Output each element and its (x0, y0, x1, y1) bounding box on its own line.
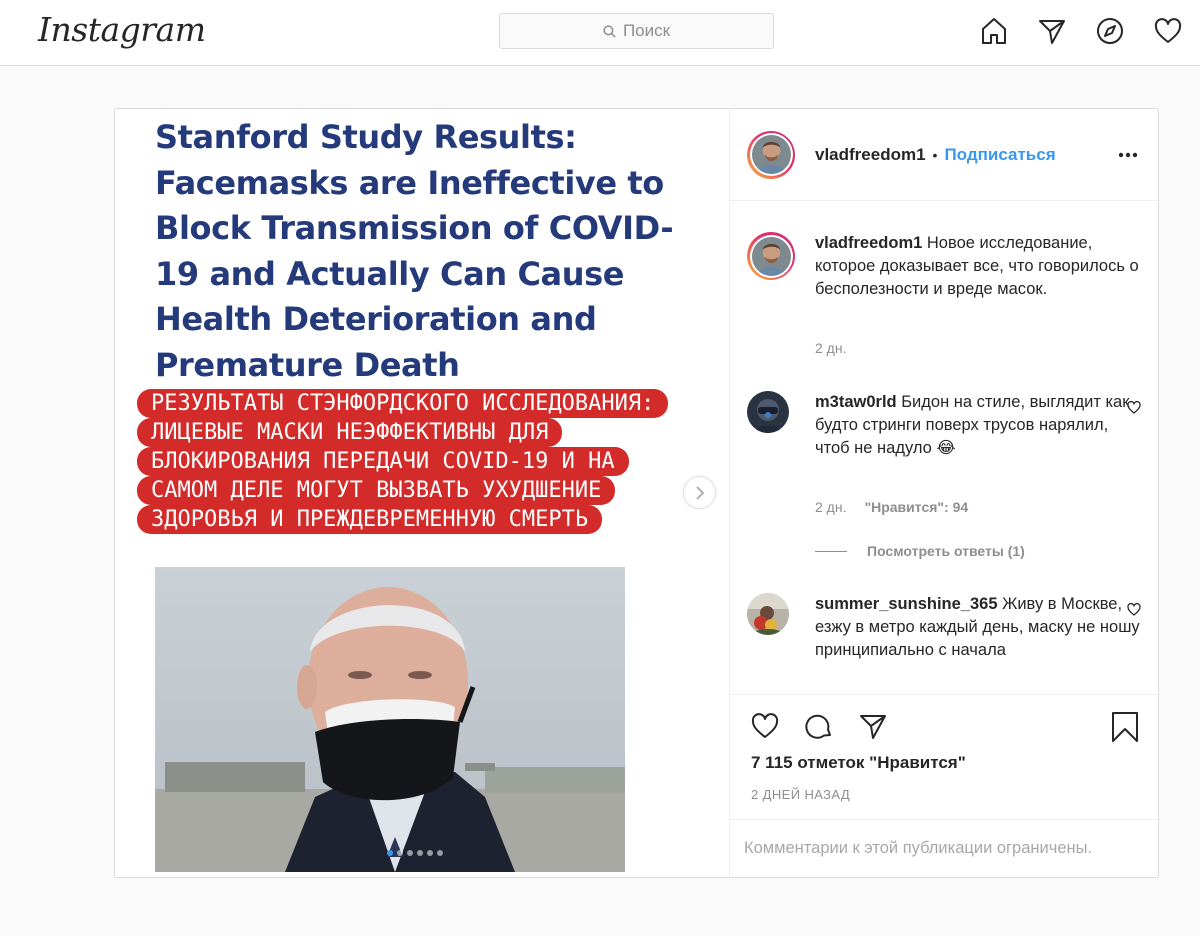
activity-heart-icon[interactable] (1152, 15, 1184, 47)
caption-username[interactable]: vladfreedom1 (815, 234, 922, 252)
bookmark-icon[interactable] (1110, 711, 1140, 748)
comment-like-icon[interactable] (1126, 602, 1142, 622)
comments-limited-notice: Комментарии к этой публикации ограничены… (730, 819, 1158, 877)
comment-username[interactable]: m3taw0rld (815, 393, 897, 411)
share-icon[interactable] (857, 711, 889, 746)
carousel-dot (417, 850, 423, 856)
banner-line: БЛОКИРОВАНИЯ ПЕРЕДАЧИ COVID-19 И НА (137, 447, 629, 476)
direct-icon[interactable] (1036, 15, 1068, 47)
search-placeholder: Поиск (622, 21, 671, 40)
explore-icon[interactable] (1094, 15, 1126, 47)
post-header: vladfreedom1 • Подписаться (730, 109, 1158, 201)
author-avatar[interactable] (747, 130, 795, 179)
like-icon[interactable] (749, 711, 781, 746)
banner-line: САМОМ ДЕЛЕ МОГУТ ВЫЗВАТЬ УХУДШЕНИЕ (137, 476, 616, 505)
view-replies-button[interactable]: Посмотреть ответы (1) (815, 543, 1025, 559)
caption-time[interactable]: 2 дн. (815, 340, 846, 356)
banner-line: РЕЗУЛЬТАТЫ СТЭНФОРДСКОГО ИССЛЕДОВАНИЯ: (137, 389, 669, 418)
image-english-title: Stanford Study Results: Facemasks are In… (155, 118, 674, 384)
post-date[interactable]: 2 ДНЕЙ НАЗАД (751, 787, 850, 802)
top-nav: Instagram Поиск (0, 0, 1200, 66)
carousel-dots (387, 850, 443, 856)
banner-line: ЛИЦЕВЫЕ МАСКИ НЕЭФФЕКТИВНЫ ДЛЯ (137, 418, 563, 447)
post-image[interactable]: Stanford Study Results: Facemasks are In… (115, 109, 730, 877)
search-input[interactable]: Поиск (499, 13, 774, 49)
comment-meta: 2 дн. "Нравится": 94 (815, 499, 968, 515)
home-icon[interactable] (978, 15, 1010, 47)
carousel-next-button[interactable] (683, 476, 716, 509)
comment-username[interactable]: summer_sunshine_365 (815, 595, 998, 613)
caption-meta: 2 дн. (815, 340, 846, 356)
comment-likes[interactable]: "Нравится": 94 (864, 499, 968, 515)
chevron-right-icon (695, 485, 704, 500)
commenter-avatar[interactable] (747, 391, 789, 433)
comment-icon[interactable] (803, 711, 835, 746)
nav-icons (978, 15, 1184, 47)
commenter-avatar[interactable] (747, 593, 789, 635)
carousel-dot (407, 850, 413, 856)
instagram-logo[interactable]: Instagram (38, 10, 206, 49)
carousel-dot (397, 850, 403, 856)
caption-author-avatar[interactable] (747, 232, 795, 280)
comment-text: summer_sunshine_365 Живу в Москве, езжу … (815, 593, 1140, 662)
carousel-dot (387, 850, 393, 856)
post-side-panel: vladfreedom1 • Подписаться vladfreedom1 … (730, 109, 1158, 877)
banner-line: ЗДОРОВЬЯ И ПРЕЖДЕВРЕМЕННУЮ СМЕРТЬ (137, 505, 603, 534)
comment-text: m3taw0rld Бидон на стиле, выглядит как б… (815, 391, 1140, 460)
separator-dot: • (932, 146, 938, 163)
comment-time[interactable]: 2 дн. (815, 499, 846, 515)
photo-man-with-mask (155, 567, 625, 872)
comments-list[interactable]: vladfreedom1 Новое исследование, которое… (730, 202, 1158, 694)
more-options-icon[interactable] (1118, 145, 1138, 163)
author-username[interactable]: vladfreedom1 (815, 145, 926, 165)
post-likes-count[interactable]: 7 115 отметок "Нравится" (751, 753, 966, 773)
post-actions: 7 115 отметок "Нравится" 2 ДНЕЙ НАЗАД (730, 694, 1158, 819)
search-icon (603, 24, 616, 38)
follow-button[interactable]: Подписаться (944, 145, 1055, 165)
carousel-dot (437, 850, 443, 856)
action-icons (749, 711, 889, 746)
comment-like-icon[interactable] (1126, 400, 1142, 420)
carousel-dot (427, 850, 433, 856)
post-card: Stanford Study Results: Facemasks are In… (114, 108, 1159, 878)
caption-text: vladfreedom1 Новое исследование, которое… (815, 232, 1140, 301)
image-russian-banner: РЕЗУЛЬТАТЫ СТЭНФОРДСКОГО ИССЛЕДОВАНИЯ: Л… (137, 389, 713, 549)
